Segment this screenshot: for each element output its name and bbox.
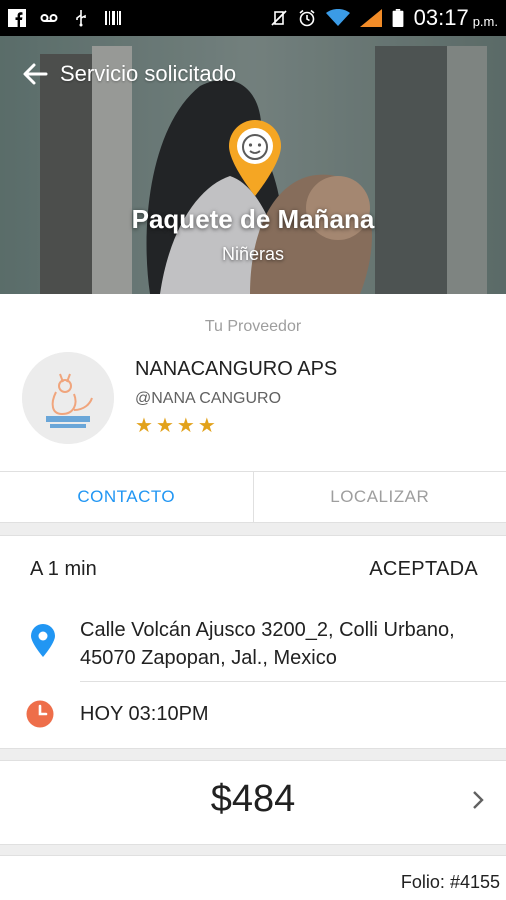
service-datetime: HOY 03:10PM [80, 703, 209, 725]
screen-title: Servicio solicitado [60, 61, 237, 86]
battery-icon [392, 9, 404, 27]
clock-time: 03:17 [413, 5, 469, 30]
status-bar: 03:17 p.m. [0, 0, 506, 36]
provider-handle: @NANA CANGURO [135, 390, 282, 407]
contact-button[interactable]: CONTACTO [0, 472, 253, 522]
star-icon: ★ [176, 415, 195, 437]
usb-icon [76, 10, 86, 27]
kangaroo-logo-icon [22, 352, 114, 444]
provider-rating: ★ ★ ★ ★ [135, 416, 216, 436]
request-status-row: A 1 min ACEPTADA [0, 546, 506, 592]
provider-name: NANACANGURO APS [135, 358, 338, 380]
status-badge: ACEPTADA [369, 558, 478, 580]
section-separator [0, 845, 506, 855]
location-pin-icon [31, 624, 55, 657]
star-icon: ★ [155, 415, 174, 437]
divider [80, 681, 506, 682]
provider-section-label: Tu Proveedor [204, 318, 302, 335]
service-price: $484 [210, 778, 296, 820]
service-category: Niñeras [221, 244, 285, 264]
facebook-icon [8, 9, 26, 27]
alarm-icon [299, 9, 315, 27]
provider-actions: CONTACTO LOCALIZAR [0, 472, 506, 522]
baby-pin-icon [229, 120, 281, 196]
divider [0, 855, 506, 856]
section-separator [0, 749, 506, 760]
price-row[interactable]: $484 [0, 760, 506, 844]
divider [0, 535, 506, 536]
barcode-icon [105, 11, 121, 25]
section-separator [0, 523, 506, 535]
clock-icon [26, 700, 54, 728]
folio-number: Folio: #4155 [400, 872, 500, 892]
voicemail-icon [40, 14, 58, 22]
eta-text: A 1 min [30, 558, 97, 580]
clock-ampm: p.m. [472, 13, 498, 29]
service-name: Paquete de Mañana [131, 204, 375, 234]
chevron-right-icon [473, 791, 484, 809]
app-bar: Servicio solicitado [0, 54, 506, 94]
star-icon: ★ [135, 415, 153, 437]
service-address: Calle Volcán Ajusco 3200_2, Colli Urbano… [80, 619, 455, 669]
wifi-icon [325, 9, 350, 26]
star-icon: ★ [197, 415, 216, 437]
back-arrow-icon[interactable] [22, 61, 48, 87]
vibrate-off-icon [271, 10, 287, 26]
locate-button[interactable]: LOCALIZAR [252, 472, 506, 522]
service-hero: Servicio solicitado Paquete de Mañana Ni… [0, 36, 506, 294]
signal-icon [359, 9, 382, 27]
provider-avatar [22, 352, 114, 444]
